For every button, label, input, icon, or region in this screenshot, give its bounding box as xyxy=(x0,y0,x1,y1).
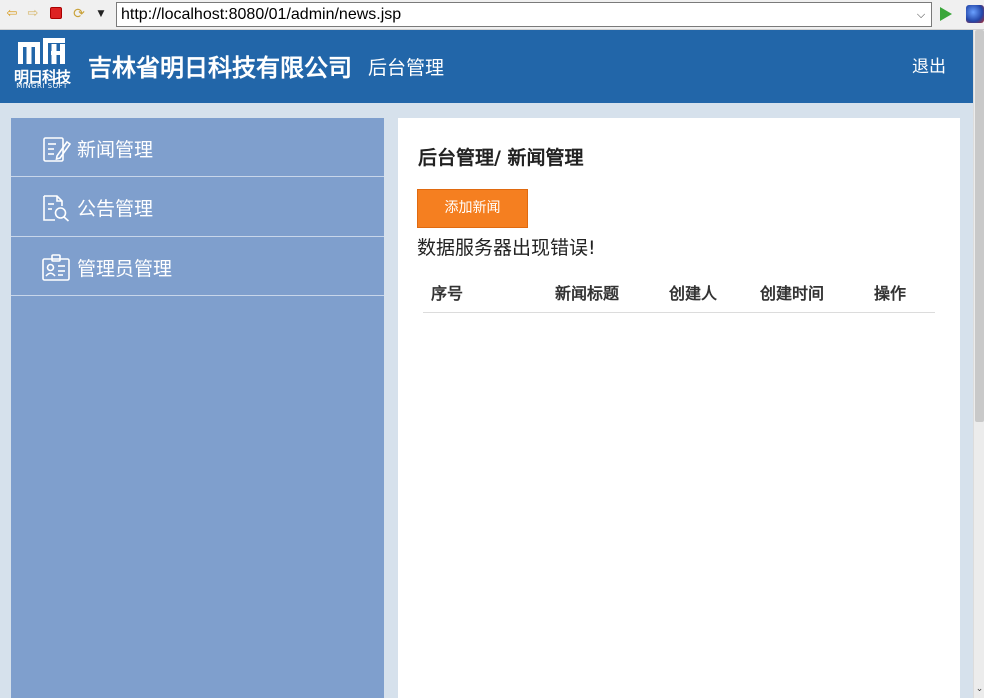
extension-icon[interactable] xyxy=(966,5,984,23)
column-header-title: 新闻标题 xyxy=(555,284,620,303)
notice-search-icon xyxy=(43,195,70,222)
column-header-index: 序号 xyxy=(431,284,464,303)
vertical-scrollbar[interactable]: ⌄ xyxy=(973,30,984,698)
go-icon[interactable] xyxy=(940,7,952,21)
refresh-icon[interactable]: ⟳ xyxy=(71,6,87,22)
scroll-thumb[interactable] xyxy=(975,30,984,422)
address-bar[interactable]: http://localhost:8080/01/admin/news.jsp … xyxy=(116,2,932,27)
sidebar: 新闻管理 公告管理 管理员管理 xyxy=(11,118,384,698)
company-name: 吉林省明日科技有限公司 xyxy=(88,54,352,82)
table-header-row: 序号 新闻标题 创建人 创建时间 操作 xyxy=(423,268,935,312)
column-header-created-time: 创建时间 xyxy=(760,284,825,303)
address-dropdown-icon[interactable]: ⌵ xyxy=(913,6,929,24)
news-table: 序号 新闻标题 创建人 创建时间 操作 xyxy=(423,268,935,313)
header-subtitle: 后台管理 xyxy=(368,57,445,79)
scroll-down-icon[interactable]: ⌄ xyxy=(974,682,984,696)
browser-toolbar: ⇦ ⇨ ⟳ ▼ http://localhost:8080/01/admin/n… xyxy=(0,0,984,30)
add-news-button[interactable]: 添加新闻 xyxy=(417,189,528,228)
logout-link[interactable]: 退出 xyxy=(912,52,946,77)
sidebar-item-admin[interactable]: 管理员管理 xyxy=(11,237,384,296)
admin-badge-icon xyxy=(42,254,70,281)
news-edit-icon xyxy=(43,137,71,162)
column-header-creator: 创建人 xyxy=(669,284,718,303)
sidebar-item-news[interactable]: 新闻管理 xyxy=(11,118,384,177)
sidebar-item-notice[interactable]: 公告管理 xyxy=(11,177,384,237)
address-url[interactable]: http://localhost:8080/01/admin/news.jsp xyxy=(121,6,401,24)
error-message: 数据服务器出现错误! xyxy=(417,237,596,259)
forward-arrow-icon[interactable]: ⇨ xyxy=(25,6,41,22)
back-arrow-icon[interactable]: ⇦ xyxy=(4,6,20,22)
company-logo: 明日科技 MINGRI SOFT xyxy=(10,38,74,94)
logo-mark-icon xyxy=(18,38,65,64)
sidebar-item-label: 新闻管理 xyxy=(77,139,154,161)
stop-icon[interactable] xyxy=(50,7,62,19)
column-header-actions: 操作 xyxy=(874,284,907,303)
page-viewport: 明日科技 MINGRI SOFT 吉林省明日科技有限公司 后台管理 退出 新闻管… xyxy=(0,30,973,698)
sidebar-item-label: 公告管理 xyxy=(77,198,154,220)
menu-dropdown-icon[interactable]: ▼ xyxy=(93,6,109,22)
sidebar-item-label: 管理员管理 xyxy=(77,258,173,280)
logo-text-en: MINGRI SOFT xyxy=(16,82,68,90)
main-panel: 后台管理/ 新闻管理 添加新闻 数据服务器出现错误! 序号 新闻标题 创建人 创… xyxy=(398,118,960,698)
site-header: 明日科技 MINGRI SOFT 吉林省明日科技有限公司 后台管理 退出 xyxy=(0,30,973,103)
breadcrumb: 后台管理/ 新闻管理 xyxy=(418,147,584,169)
